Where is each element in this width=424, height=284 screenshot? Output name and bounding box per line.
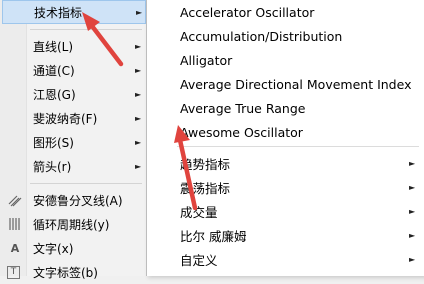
submenu-item-label: Average True Range bbox=[180, 100, 306, 116]
submenu-item-label: Average Directional Movement Index bbox=[180, 76, 412, 92]
menu-item-label: 直线(L) bbox=[33, 39, 74, 54]
submenu-item-awesome-oscillator[interactable]: Awesome Oscillator bbox=[147, 120, 424, 144]
technical-indicators-submenu: Accelerator Oscillator Accumulation/Dist… bbox=[146, 0, 424, 276]
submenu-item-label: Alligator bbox=[180, 52, 233, 68]
submenu-item-label: Awesome Oscillator bbox=[180, 124, 303, 140]
menu-item-label: 安德鲁分叉线(A) bbox=[33, 193, 123, 208]
submenu-item-volumes[interactable]: 成交量 ► bbox=[147, 199, 424, 223]
menu-item-text[interactable]: A 文字(x) bbox=[2, 236, 146, 260]
submenu-item-accumulation-distribution[interactable]: Accumulation/Distribution bbox=[147, 24, 424, 48]
cycle-lines-icon bbox=[7, 216, 23, 232]
submenu-item-bill-williams[interactable]: 比尔 威廉姆 ► bbox=[147, 223, 424, 247]
submenu-arrow-icon: ► bbox=[409, 254, 416, 264]
andrews-pitchfork-icon bbox=[7, 192, 23, 208]
menu-item-fibonacci[interactable]: 斐波纳奇(F) ► bbox=[2, 106, 146, 130]
submenu-item-label: 比尔 威廉姆 bbox=[180, 228, 247, 244]
menu-item-gann[interactable]: 江恩(G) ► bbox=[2, 82, 146, 106]
submenu-item-trend[interactable]: 趋势指标 ► bbox=[147, 151, 424, 175]
menu-item-label: 通道(C) bbox=[33, 63, 75, 78]
submenu-item-label: Accumulation/Distribution bbox=[180, 28, 343, 44]
submenu-arrow-icon: ► bbox=[135, 161, 142, 171]
menu-item-technical-indicators[interactable]: 技术指标 ► bbox=[2, 0, 146, 24]
submenu-item-average-directional-movement-index[interactable]: Average Directional Movement Index bbox=[147, 72, 424, 96]
menu-item-lines[interactable]: 直线(L) ► bbox=[2, 34, 146, 58]
menu-item-text-label[interactable]: T 文字标签(b) bbox=[2, 260, 146, 284]
submenu-item-custom[interactable]: 自定义 ► bbox=[147, 247, 424, 271]
submenu-arrow-icon: ► bbox=[409, 206, 416, 216]
menu-item-label: 文字标签(b) bbox=[33, 265, 98, 280]
submenu-item-accelerator-oscillator[interactable]: Accelerator Oscillator bbox=[147, 0, 424, 24]
submenu-arrow-icon: ► bbox=[409, 182, 416, 192]
menu-item-shapes[interactable]: 图形(S) ► bbox=[2, 130, 146, 154]
submenu-arrow-icon: ► bbox=[135, 137, 142, 147]
submenu-arrow-icon: ► bbox=[136, 7, 143, 17]
submenu-item-label: 成交量 bbox=[180, 204, 218, 220]
submenu-arrow-icon: ► bbox=[409, 230, 416, 240]
main-context-menu: 技术指标 ► 直线(L) ► 通道(C) ► 江恩(G) ► 斐波纳奇(F) ►… bbox=[0, 0, 147, 280]
menu-separator bbox=[30, 183, 142, 184]
menu-item-label: 图形(S) bbox=[33, 135, 74, 150]
text-label-icon: T bbox=[7, 265, 20, 279]
menu-item-cycle-lines[interactable]: 循环周期线(y) bbox=[2, 212, 146, 236]
menu-item-label: 斐波纳奇(F) bbox=[33, 111, 98, 126]
submenu-item-oscillators[interactable]: 震荡指标 ► bbox=[147, 175, 424, 199]
text-icon: A bbox=[10, 241, 20, 255]
submenu-item-label: 趋势指标 bbox=[180, 156, 231, 172]
submenu-arrow-icon: ► bbox=[135, 41, 142, 51]
submenu-arrow-icon: ► bbox=[135, 65, 142, 75]
submenu-item-label: Accelerator Oscillator bbox=[180, 4, 315, 20]
submenu-arrow-icon: ► bbox=[135, 89, 142, 99]
menu-item-label: 文字(x) bbox=[33, 241, 74, 256]
submenu-item-label: 震荡指标 bbox=[180, 180, 231, 196]
menu-item-label: 循环周期线(y) bbox=[33, 217, 110, 232]
submenu-item-average-true-range[interactable]: Average True Range bbox=[147, 96, 424, 120]
submenu-arrow-icon: ► bbox=[409, 158, 416, 168]
menu-item-label: 技术指标 bbox=[34, 5, 83, 20]
menu-item-arrows[interactable]: 箭头(r) ► bbox=[2, 154, 146, 178]
submenu-item-alligator[interactable]: Alligator bbox=[147, 48, 424, 72]
menu-separator bbox=[177, 146, 419, 147]
menu-item-label: 江恩(G) bbox=[33, 87, 76, 102]
menu-separator bbox=[30, 29, 142, 30]
menu-item-andrews-pitchfork[interactable]: 安德鲁分叉线(A) bbox=[2, 188, 146, 212]
menu-item-channels[interactable]: 通道(C) ► bbox=[2, 58, 146, 82]
menu-item-label: 箭头(r) bbox=[33, 159, 72, 174]
submenu-arrow-icon: ► bbox=[135, 113, 142, 123]
submenu-item-label: 自定义 bbox=[180, 252, 218, 268]
